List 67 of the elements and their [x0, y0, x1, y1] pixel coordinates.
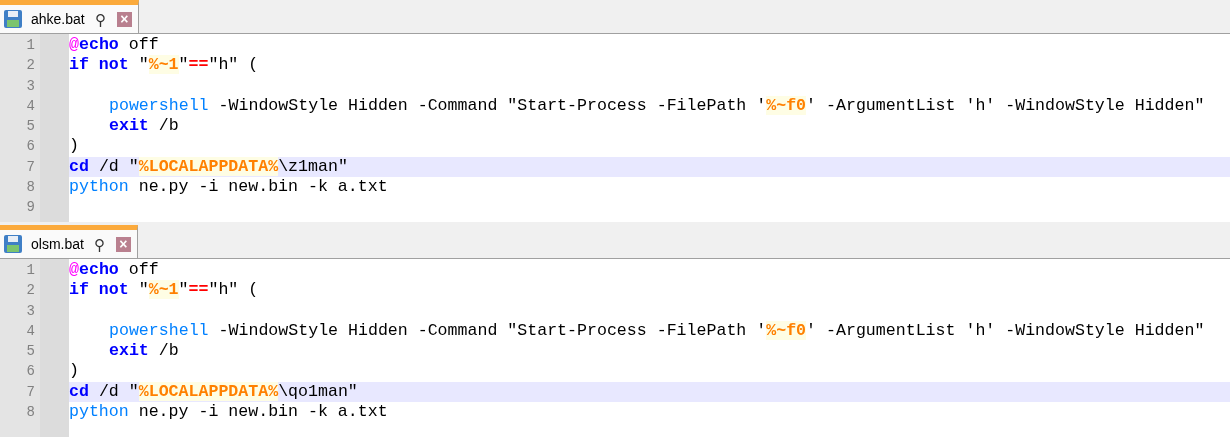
- code-text: \z1man": [278, 156, 348, 176]
- keyword-text: echo: [78, 260, 119, 279]
- variable-text: %~1: [148, 55, 179, 75]
- keyword-text: echo: [78, 35, 119, 54]
- line-number: 4: [25, 96, 36, 116]
- line-number: 1: [25, 261, 36, 280]
- code-text: "h" (: [208, 55, 259, 75]
- code-text: ): [69, 361, 79, 381]
- file-tab[interactable]: olsm.bat ⚲ ×: [0, 225, 138, 258]
- code-text: off: [127, 35, 159, 54]
- tab-title: ahke.bat: [30, 9, 86, 29]
- line-number: 3: [25, 301, 36, 321]
- line-number: 5: [25, 342, 36, 361]
- keyword-text: cd: [69, 156, 89, 176]
- line-number: 9: [25, 198, 36, 217]
- command-text: powershell: [109, 320, 209, 340]
- operator-text: ==: [188, 280, 209, 300]
- line-number: 6: [25, 137, 36, 157]
- tab-title: olsm.bat: [30, 234, 85, 254]
- code-text: /b: [157, 116, 179, 135]
- code-text: ": [137, 55, 149, 75]
- line-number: 8: [25, 177, 36, 197]
- line-number: 3: [25, 76, 36, 96]
- line-number: 2: [25, 56, 36, 76]
- code-text: -WindowStyle Hidden -Command "Start-Process -FilePath ': [217, 320, 767, 340]
- keyword-text: cd: [69, 381, 89, 401]
- code-text: -WindowStyle Hidden -Command "Start-Process -FilePath ': [217, 95, 767, 115]
- line-number: 8: [25, 402, 36, 422]
- code-text: ne.py -i new.bin -k a.txt: [137, 176, 388, 196]
- code-text: off: [127, 260, 159, 279]
- pin-icon[interactable]: ⚲: [91, 236, 108, 252]
- line-number: 7: [25, 382, 36, 402]
- keyword-text: exit: [109, 116, 149, 135]
- at-symbol: @: [69, 35, 79, 54]
- code-text: ' -ArgumentList 'h' -WindowStyle Hidden": [806, 320, 1205, 340]
- line-number: 5: [25, 117, 36, 136]
- code-text: ): [69, 136, 79, 156]
- line-number: 1: [25, 36, 36, 55]
- command-text: python: [69, 176, 129, 196]
- code-text: ne.py -i new.bin -k a.txt: [137, 401, 388, 421]
- line-number: 6: [25, 362, 36, 382]
- file-tab[interactable]: ahke.bat ⚲ ×: [0, 0, 139, 33]
- variable-text: %~1: [148, 280, 179, 300]
- code-text: ' -ArgumentList 'h' -WindowStyle Hidden": [806, 95, 1205, 115]
- variable-text: %LOCALAPPDATA%: [138, 156, 279, 176]
- command-text: powershell: [109, 95, 209, 115]
- variable-text: %~f0: [766, 95, 807, 115]
- command-text: python: [69, 401, 129, 421]
- code-text: ": [137, 280, 149, 300]
- line-number: 2: [25, 281, 36, 301]
- code-text: /d ": [97, 381, 139, 401]
- code-text: "h" (: [208, 280, 259, 300]
- keyword-text: exit: [109, 341, 149, 360]
- operator-text: ==: [188, 55, 209, 75]
- code-text: ": [178, 55, 189, 75]
- code-text: /b: [157, 341, 179, 360]
- line-number: 4: [25, 321, 36, 341]
- keyword-text: if not: [69, 280, 129, 300]
- code-text: /d ": [97, 156, 139, 176]
- code-text: \qo1man": [278, 381, 358, 401]
- keyword-text: if not: [69, 55, 129, 75]
- pin-icon[interactable]: ⚲: [92, 11, 109, 27]
- code-text: ": [178, 280, 189, 300]
- variable-text: %LOCALAPPDATA%: [138, 381, 279, 401]
- at-symbol: @: [69, 260, 79, 279]
- variable-text: %~f0: [766, 320, 807, 340]
- line-number: 7: [25, 157, 36, 177]
